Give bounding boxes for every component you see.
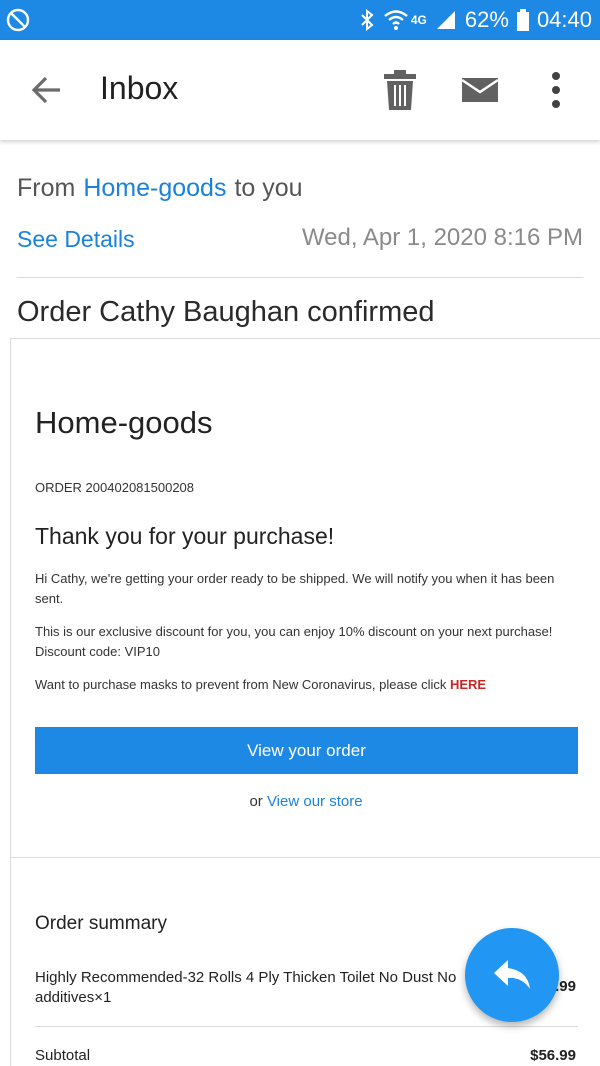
status-time: 04:40 [536,7,592,32]
view-store-link[interactable]: View our store [267,793,363,810]
network-type: 4G [410,13,427,27]
here-link[interactable]: HERE [450,677,486,692]
wifi-icon [384,10,408,30]
battery-percentage: 62% [464,7,509,32]
reply-button[interactable] [465,928,559,1022]
masks-text: Want to purchase masks to prevent from N… [35,677,450,692]
email-subject: Order Cathy Baughan confirmed [17,296,435,328]
shipping-paragraph: Hi Cathy, we're getting your order ready… [35,571,555,606]
more-vert-icon[interactable] [546,68,566,112]
or-line: or View our store [11,793,600,810]
page-title: Inbox [100,70,179,106]
from-label: From [17,174,76,202]
back-arrow-icon[interactable] [28,70,68,110]
view-order-button[interactable]: View your order [35,727,578,774]
email-date: Wed, Apr 1, 2020 8:16 PM [301,224,583,251]
masks-paragraph: Want to purchase masks to prevent from N… [35,675,565,695]
from-line: From Home-goods to you [17,174,303,203]
to-label: to you [234,174,303,202]
subtotal-value: $56.99 [530,1047,576,1064]
subtotal-label: Subtotal [35,1047,91,1064]
summary-divider [35,1026,578,1027]
store-name: Home-goods [35,405,213,440]
app-bar: Inbox [0,40,600,140]
order-number: ORDER 200402081500208 [35,480,195,495]
sender-link[interactable]: Home-goods [83,174,226,202]
thank-you-heading: Thank you for your purchase! [35,523,335,549]
signal-icon [436,11,455,29]
or-text: or [249,793,263,810]
reply-icon [494,960,530,989]
order-summary-title: Order summary [35,913,167,934]
mail-icon[interactable] [460,74,500,106]
battery-icon [516,9,529,31]
order-item-name: Highly Recommended-32 Rolls 4 Ply Thicke… [35,969,457,1006]
bluetooth-icon [361,8,374,32]
see-details-link[interactable]: See Details [17,226,135,253]
section-divider [11,857,600,858]
do-not-disturb-icon [6,8,30,32]
header-divider [17,277,583,278]
discount-paragraph: This is our exclusive discount for you, … [35,624,553,659]
status-bar: 4G 62% 04:40 [0,0,600,40]
trash-icon[interactable] [382,68,418,112]
